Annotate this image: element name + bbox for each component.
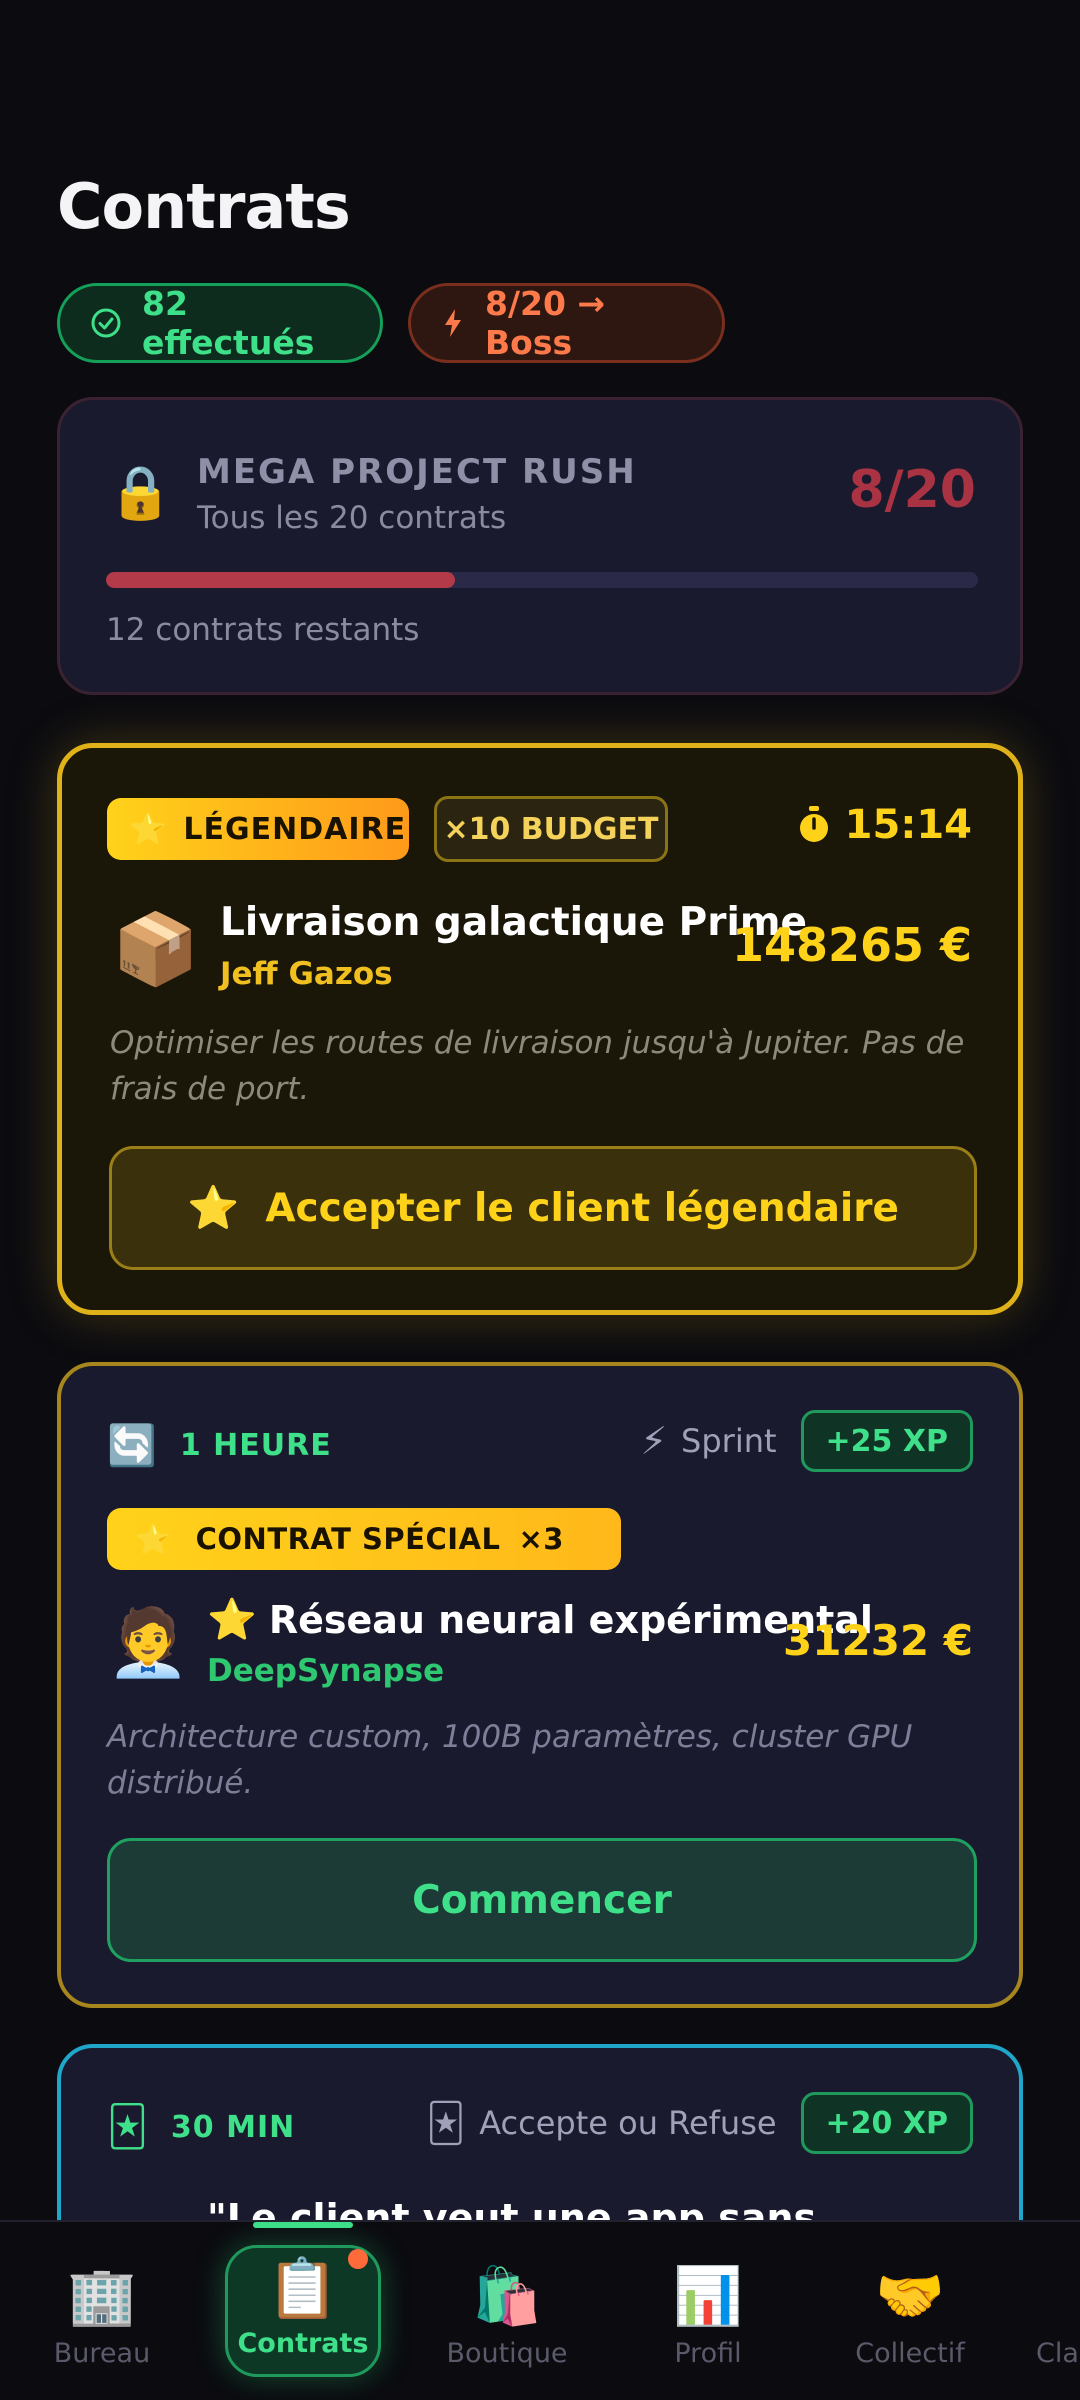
contract-name: Livraison galactique Prime bbox=[220, 900, 807, 945]
nav-label: Profil bbox=[674, 2338, 742, 2369]
duration: 🃏 30 MIN bbox=[107, 2104, 295, 2150]
boss-subtitle: Tous les 20 contrats bbox=[197, 500, 507, 536]
nav-label: Contrats bbox=[237, 2328, 369, 2359]
budget-badge: ×10 BUDGET bbox=[434, 796, 668, 862]
joker-card-icon: 🃏 bbox=[107, 2104, 149, 2150]
multiplier: ×3 bbox=[518, 1522, 564, 1556]
lightning-icon bbox=[445, 309, 461, 337]
lightning-icon: ⚡ bbox=[640, 1419, 668, 1463]
lock-icon: 🔒 bbox=[108, 463, 173, 523]
page-title: Contrats bbox=[57, 170, 351, 243]
accept-legendary-label: Accepter le client légendaire bbox=[265, 1185, 899, 1231]
tag-row: 🃏 Accepte ou Refuse +20 XP bbox=[426, 2092, 973, 2154]
duration-label: 30 MIN bbox=[170, 2109, 296, 2145]
nav-item-cla[interactable]: Cla bbox=[1036, 2262, 1080, 2369]
star-icon: ⭐ bbox=[129, 811, 168, 847]
repeat-icon: 🔄 bbox=[107, 1423, 158, 1469]
tag-row: ⚡ Sprint +25 XP bbox=[640, 1410, 973, 1472]
nav-item-collectif[interactable]: 🤝 Collectif bbox=[830, 2262, 990, 2369]
stopwatch-icon bbox=[799, 806, 828, 842]
nav-label: Boutique bbox=[446, 2338, 568, 2369]
nav-item-profil[interactable]: 📊 Profil bbox=[628, 2262, 788, 2369]
boss-title: MEGA PROJECT RUSH bbox=[197, 452, 637, 492]
contract-tag-label: Sprint bbox=[681, 1422, 777, 1460]
contract-tag: 🃏 Accepte ou Refuse bbox=[426, 2101, 776, 2145]
contract-tag: ⚡ Sprint bbox=[640, 1419, 776, 1463]
handshake-icon: 🤝 bbox=[875, 2264, 945, 2329]
timer: 15:14 bbox=[797, 802, 972, 848]
contract-price: 31232 € bbox=[783, 1616, 973, 1665]
start-button[interactable]: Commencer bbox=[107, 1838, 977, 1962]
star-icon: ⭐ bbox=[135, 1521, 172, 1556]
boss-card[interactable]: 🔒 MEGA PROJECT RUSH Tous les 20 contrats… bbox=[57, 397, 1023, 695]
accept-legendary-button[interactable]: ⭐ Accepter le client légendaire bbox=[109, 1146, 977, 1270]
contract-description: Architecture custom, 100B paramètres, cl… bbox=[107, 1719, 913, 1801]
xp-badge: +20 XP bbox=[800, 2092, 973, 2154]
timer-value: 15:14 bbox=[844, 802, 972, 848]
completed-chip[interactable]: 82 effectués bbox=[57, 283, 383, 363]
legendary-badge: ⭐ LÉGENDAIRE bbox=[107, 798, 409, 860]
package-icon: 📦 bbox=[112, 908, 200, 990]
nav-item-bureau[interactable]: 🏢 Bureau bbox=[22, 2262, 182, 2369]
nav-label: Cla bbox=[1036, 2338, 1079, 2369]
active-tab-indicator bbox=[253, 2222, 353, 2228]
special-contract-card[interactable]: 🔄 1 HEURE ⚡ Sprint +25 XP ⭐ CONTRAT SPÉC… bbox=[57, 1362, 1023, 2008]
nav-label: Collectif bbox=[855, 2338, 965, 2369]
check-circle-icon bbox=[91, 308, 121, 338]
legendary-contract-card[interactable]: ⭐ LÉGENDAIRE ×10 BUDGET 15:14 📦 Livraiso… bbox=[57, 743, 1023, 1315]
xp-badge: +25 XP bbox=[800, 1410, 973, 1472]
shopping-bags-icon: 🛍️ bbox=[472, 2264, 542, 2329]
client-name: Jeff Gazos bbox=[220, 956, 393, 992]
star-icon: ⭐ bbox=[187, 1183, 240, 1232]
technologist-icon: 🧑‍💼 bbox=[107, 1604, 190, 1681]
bar-chart-icon: 📊 bbox=[673, 2264, 743, 2329]
contract-price: 148265 € bbox=[731, 918, 972, 972]
notification-dot bbox=[348, 2249, 368, 2269]
contract-tag-label: Accepte ou Refuse bbox=[479, 2104, 777, 2142]
special-badge-label: CONTRAT SPÉCIAL bbox=[195, 1522, 501, 1556]
completed-chip-label: 82 effectués bbox=[142, 284, 315, 362]
client-name: DeepSynapse bbox=[207, 1653, 445, 1689]
star-icon: ⭐ bbox=[207, 1597, 257, 1643]
boss-progress-chip-label: 8/20 → Boss bbox=[485, 284, 606, 362]
office-building-icon: 🏢 bbox=[67, 2264, 137, 2329]
special-contract-badge: ⭐ CONTRAT SPÉCIAL ×3 bbox=[107, 1508, 621, 1570]
contract-name: ⭐ Réseau neural expérimental bbox=[207, 1596, 873, 1643]
legendary-badge-label: LÉGENDAIRE bbox=[183, 811, 407, 847]
boss-progress-bar bbox=[106, 572, 978, 588]
duration: 🔄 1 HEURE bbox=[107, 1422, 332, 1469]
contract-description: Optimiser les routes de livraison jusqu'… bbox=[110, 1025, 965, 1107]
nav-item-boutique[interactable]: 🛍️ Boutique bbox=[427, 2262, 587, 2369]
nav-label: Bureau bbox=[53, 2338, 151, 2369]
boss-count: 8/20 bbox=[848, 460, 976, 520]
joker-card-icon: 🃏 bbox=[426, 2101, 466, 2145]
boss-progress-chip[interactable]: 8/20 → Boss bbox=[408, 283, 725, 363]
duration-label: 1 HEURE bbox=[179, 1428, 332, 1463]
boss-remaining: 12 contrats restants bbox=[106, 612, 420, 648]
bottom-nav: 🏢 Bureau 🛍️ Boutique 📊 Profil 🤝 Collecti… bbox=[0, 2220, 1080, 2400]
boss-progress-fill bbox=[106, 572, 455, 588]
